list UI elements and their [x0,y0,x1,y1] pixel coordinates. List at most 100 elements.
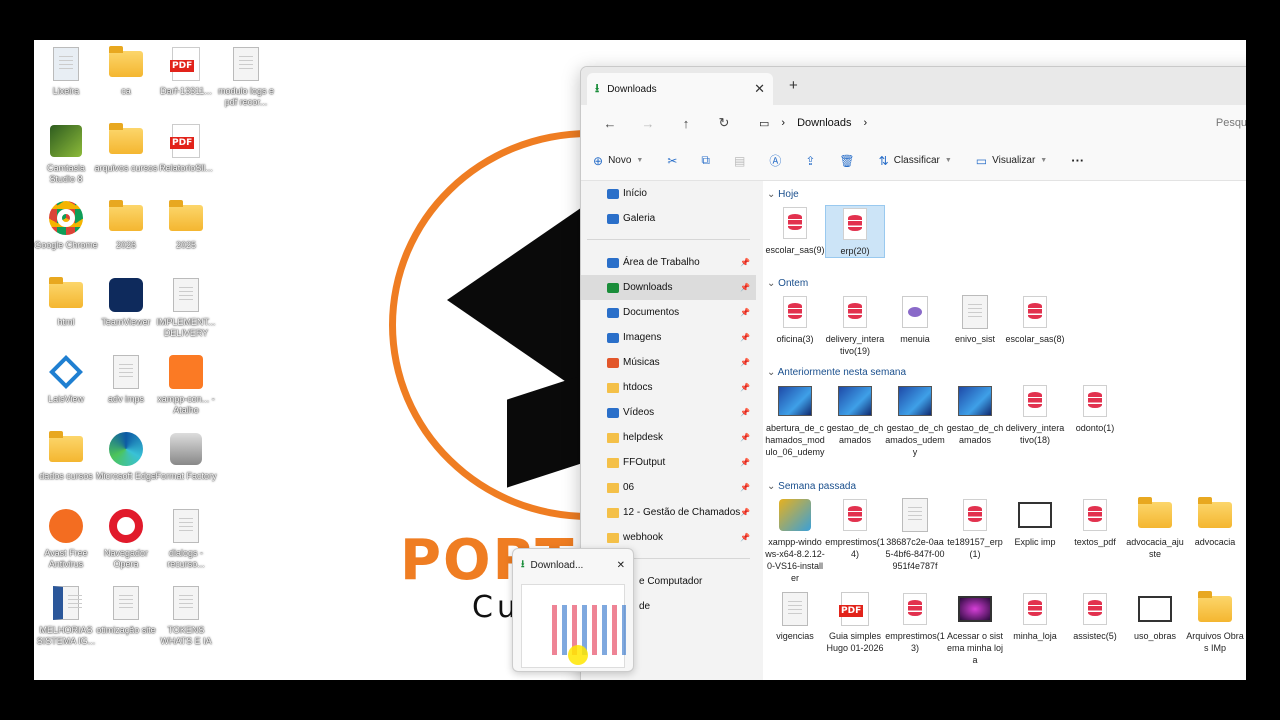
desktop-icon-item[interactable]: dados cursos [34,431,98,482]
close-tab-icon[interactable]: ✕ [754,81,765,97]
forward-arrow-icon[interactable]: → [629,116,667,131]
file-item[interactable]: gestao_de_chamados_udemy [885,383,945,458]
desktop-icon-item[interactable]: 2026 [94,200,158,251]
desktop-icon-item[interactable]: MELHORIAS SISTEMA IG... [34,585,98,647]
delete-button[interactable]: 🗑 [839,154,854,168]
group-header[interactable]: Semana passada [767,481,856,492]
file-item[interactable]: textos_pdf [1065,497,1125,548]
desktop-icon-item[interactable]: 2025 [154,200,218,251]
image-thumbnail-shape [838,386,872,416]
desktop-icon-item[interactable]: html [34,277,98,328]
desktop-icon-item[interactable]: Avast Free Antivirus [34,508,98,570]
new-button[interactable]: ⊕ Novo ▼ [593,154,643,168]
nav-item[interactable]: Documentos 📌 [581,300,756,325]
tab-downloads[interactable]: ⭳ Downloads ✕ [587,73,773,105]
desktop-icon-item[interactable]: PDF RelatorioSll... [154,123,218,174]
file-item[interactable]: erp(20) [825,205,885,258]
file-name: menuia [900,334,930,344]
desktop-icon-item[interactable]: arquivos cursos [94,123,158,174]
taskbar-thumbnail-preview[interactable]: ⭳ Download... ✕ [512,548,634,672]
database-file-shape [1023,593,1047,625]
breadcrumb-downloads[interactable]: Downloads [797,117,851,129]
file-item[interactable]: escolar_sas(9) [765,205,825,256]
desktop-icon-item[interactable]: ca [94,46,158,97]
search-input[interactable]: Pesquis [1216,117,1246,129]
file-item[interactable]: emprestimos(13) [885,591,945,654]
nav-item[interactable]: Área de Trabalho 📌 [581,250,756,275]
desktop-icon-item[interactable]: PDF Darf-13311... [154,46,218,97]
nav-item[interactable]: webhook 📌 [581,525,756,550]
file-item[interactable]: escolar_sas(8) [1005,294,1065,345]
desktop-icon-item[interactable]: modulo logs e pdf recor... [214,46,278,108]
file-item[interactable]: gestao_de_chamados [945,383,1005,446]
refresh-icon[interactable]: ↻ [705,115,743,131]
nav-item[interactable]: Downloads 📌 [581,275,756,300]
nav-item[interactable]: helpdesk 📌 [581,425,756,450]
nav-item[interactable]: Vídeos 📌 [581,400,756,425]
nav-item[interactable]: Músicas 📌 [581,350,756,375]
copy-button[interactable]: ⧉ [701,153,710,168]
close-icon[interactable]: ✕ [617,560,625,571]
file-item[interactable]: Arquivos Obras IMp [1185,591,1245,654]
nav-item[interactable]: 12 - Gestão de Chamados 📌 [581,500,756,525]
desktop-icon-item[interactable]: otimização site [94,585,158,636]
file-item[interactable]: enivo_sist [945,294,1005,345]
file-item[interactable]: xampp-windows-x64-8.2.12-0-VS16-installe… [765,497,825,584]
group-header[interactable]: Anteriormente nesta semana [767,367,906,378]
file-item[interactable]: 38687c2e-0aa5-4bf6-847f-00951f4e787f [885,497,945,572]
desktop-icon-item[interactable]: Lixeira [34,46,98,97]
file-item[interactable]: emprestimos(14) [825,497,885,560]
file-item[interactable]: delivery_interativo(18) [1005,383,1065,446]
nav-item[interactable]: Galeria [581,206,756,231]
file-item[interactable]: advocacia [1185,497,1245,548]
chrome-icon [48,200,84,236]
nav-item[interactable]: FFOutput 📌 [581,450,756,475]
desktop-icon-item[interactable]: TOKENS WHATS E IA [154,585,218,647]
video-file-shape [1138,596,1172,622]
desktop-icon-item[interactable]: Microsoft Edge [94,431,158,482]
file-item[interactable]: uso_obras [1125,591,1185,642]
file-item[interactable]: gestao_de_chamados [825,383,885,446]
breadcrumb[interactable]: ▭ › Downloads › [759,117,867,130]
desktop-icon-item[interactable]: TeamViewer [94,277,158,328]
nav-item[interactable]: htdocs 📌 [581,375,756,400]
up-arrow-icon[interactable]: ↑ [667,116,705,131]
desktop-icon-item[interactable]: Format Factory [154,431,218,482]
sort-button[interactable]: ⇅ Classificar ▼ [879,154,952,168]
file-item[interactable]: odonto(1) [1065,383,1125,434]
file-item[interactable]: PDF Guia simples Hugo 01-2026 [825,591,885,654]
file-item[interactable]: Explic imp [1005,497,1065,548]
nav-item[interactable]: Imagens 📌 [581,325,756,350]
file-item[interactable]: delivery_interativo(19) [825,294,885,357]
desktop-icon-item[interactable]: adv imps [94,354,158,405]
desktop-icon-item[interactable]: IMPLEMENT... DELIVERY [154,277,218,339]
file-item[interactable]: Acessar o sistema minha loja [945,591,1005,666]
file-item[interactable]: te189157_erp(1) [945,497,1005,560]
new-tab-button[interactable]: + [789,77,798,94]
rename-button[interactable]: Ⓐ [769,152,781,169]
more-options-button[interactable]: ··· [1071,153,1084,168]
paste-button[interactable]: ▤ [734,154,745,168]
file-item[interactable]: vigencias [765,591,825,642]
desktop-icon-item[interactable]: Camtasia Studio 8 [34,123,98,185]
desktop-icon-item[interactable]: Google Chrome [34,200,98,251]
file-item[interactable]: oficina(3) [765,294,825,345]
share-button[interactable]: ⇪ [805,154,815,168]
file-item[interactable]: minha_loja [1005,591,1065,642]
file-item[interactable]: menuia [885,294,945,345]
cut-button[interactable]: ✂ [667,154,677,168]
file-item[interactable]: advocacia_ajuste [1125,497,1185,560]
group-header[interactable]: Ontem [767,278,808,289]
view-button[interactable]: ▭ Visualizar ▼ [976,154,1047,168]
desktop-icon-item[interactable]: Navegador Opera [94,508,158,570]
back-arrow-icon[interactable]: ← [591,116,629,131]
share-icon: ⇪ [805,153,816,168]
desktop-icon-item[interactable]: xampp-con... - Atalho [154,354,218,416]
nav-item[interactable]: Início [581,181,756,206]
desktop-icon-item[interactable]: LaisView [34,354,98,405]
group-header[interactable]: Hoje [767,189,799,200]
nav-item[interactable]: 06 📌 [581,475,756,500]
file-item[interactable]: abertura_de_chamados_modulo_06_udemy [765,383,825,458]
file-item[interactable]: assistec(5) [1065,591,1125,642]
desktop-icon-item[interactable]: dialogs - recurso... [154,508,218,570]
